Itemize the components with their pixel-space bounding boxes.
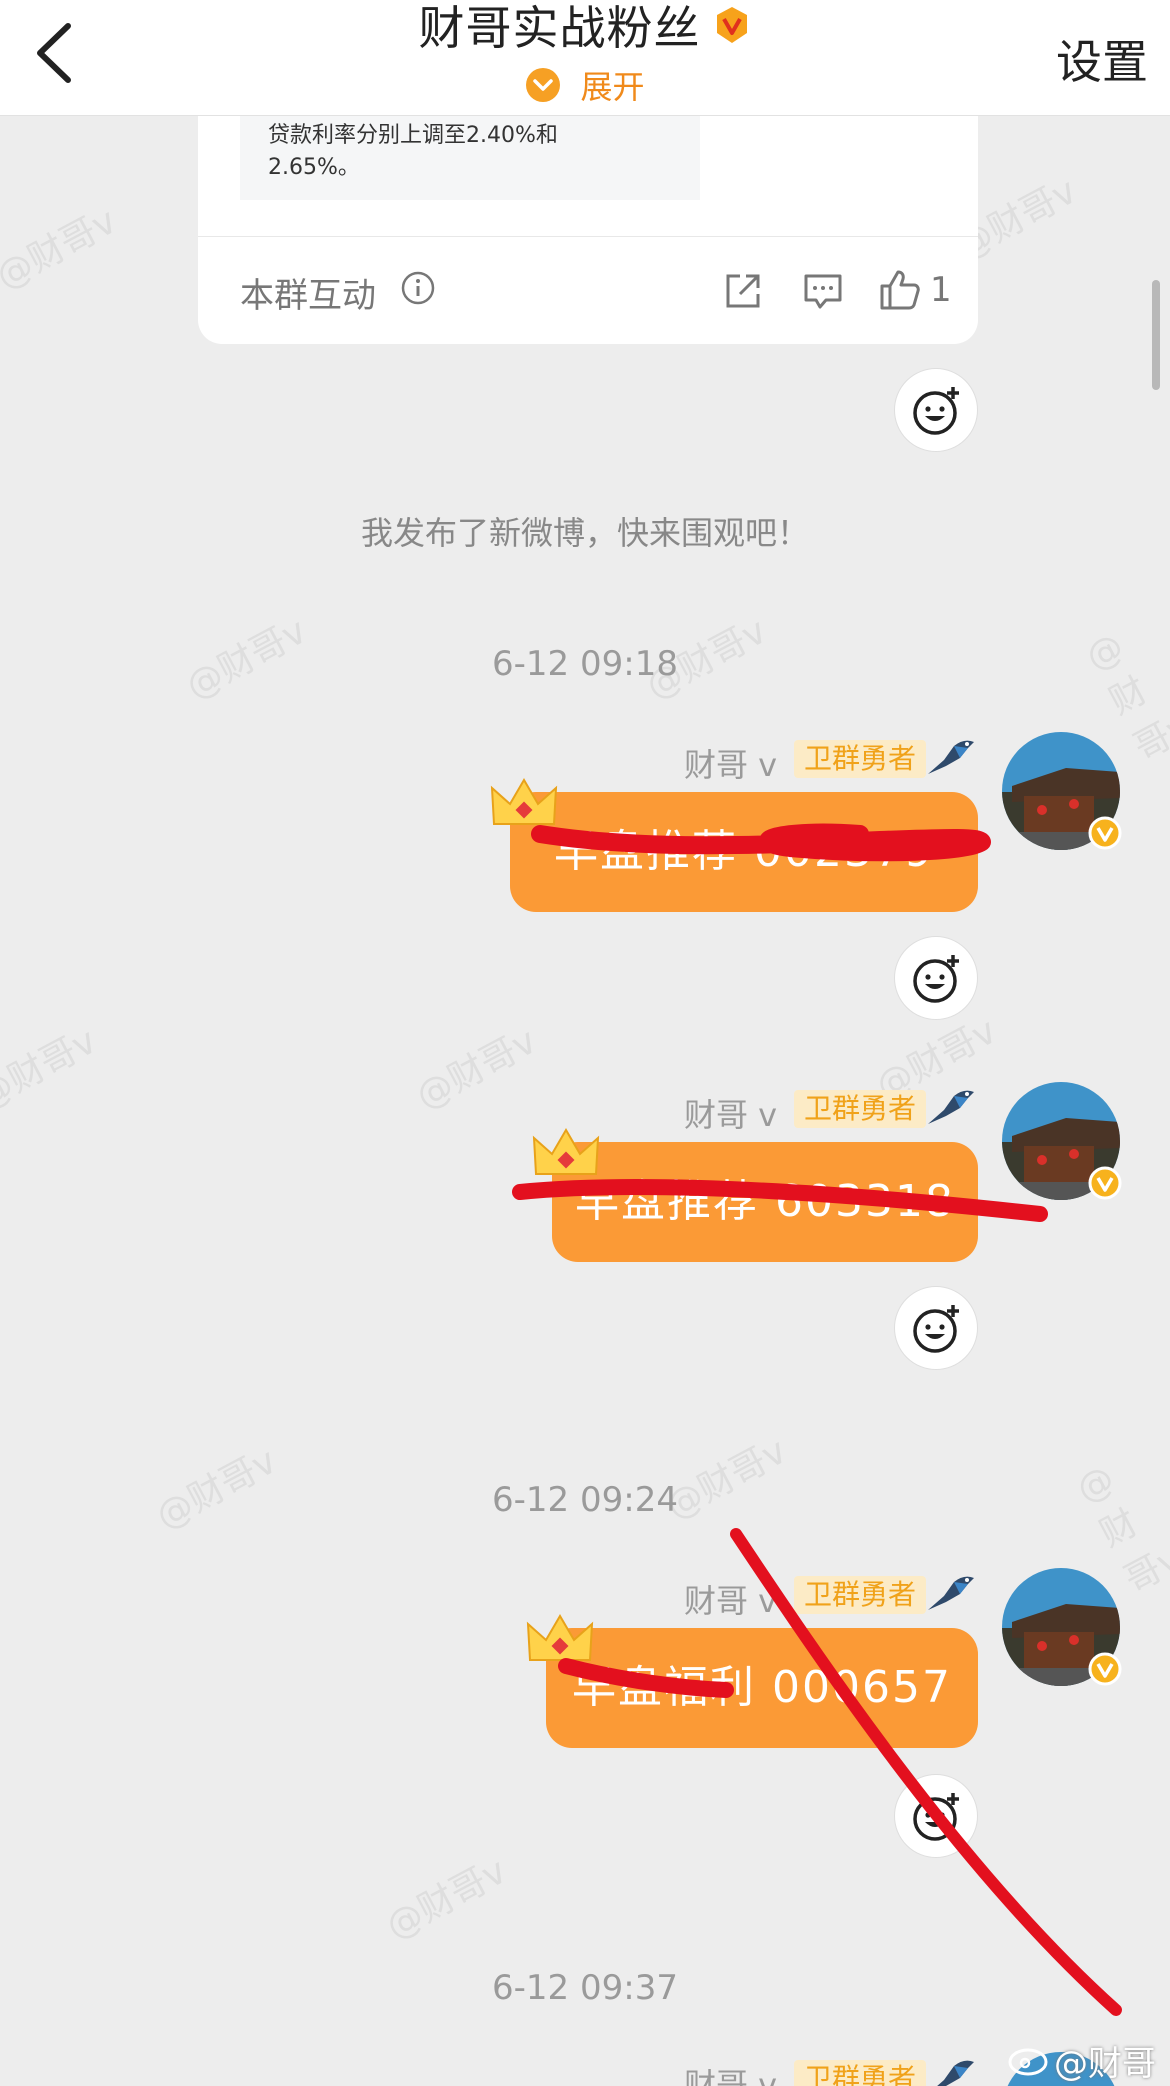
like-icon[interactable] <box>878 268 922 312</box>
group-rank-badge: 卫群勇者 <box>794 2060 927 2086</box>
watermark: @财哥v <box>379 1850 514 1948</box>
share-icon[interactable] <box>722 270 764 312</box>
group-rank-badge: 卫群勇者 <box>794 1090 927 1128</box>
watermark: @财哥v <box>409 1020 544 1118</box>
bird-icon <box>937 2060 974 2086</box>
avatar[interactable] <box>1002 1568 1122 1686</box>
settings-button[interactable]: 设置 <box>1056 26 1148 92</box>
timestamp: 6-12 09:37 <box>492 1968 678 2008</box>
shared-post-card[interactable]: 贷款利率分别上调至2.40%和 2.65%。 本群互动 1 <box>198 80 978 344</box>
add-emoji-icon <box>913 955 959 1003</box>
add-reaction-button[interactable] <box>894 1774 978 1858</box>
group-title-row[interactable]: 财哥实战粉丝 <box>0 0 1170 58</box>
sender-name[interactable]: 财哥 v <box>684 1576 777 1622</box>
verified-badge-icon <box>1088 1652 1122 1686</box>
crown-icon <box>532 1128 600 1175</box>
watermark: @财哥v <box>0 200 124 298</box>
crown-icon <box>526 1614 594 1661</box>
bird-icon <box>928 740 974 774</box>
crown-icon <box>490 778 558 825</box>
corner-watermark: @财哥v <box>1054 2044 1156 2086</box>
excerpt-line: 2.65%。 <box>268 155 360 180</box>
add-emoji-icon <box>913 1305 959 1353</box>
chevron-down-icon <box>525 67 561 103</box>
avatar[interactable] <box>1002 732 1122 850</box>
group-rank-badge: 卫群勇者 <box>794 1576 927 1614</box>
expand-button[interactable]: 展开 <box>0 62 1170 108</box>
group-interaction-label: 本群互动 <box>240 276 376 316</box>
add-emoji-icon <box>913 387 959 435</box>
scrollbar[interactable] <box>1152 280 1160 390</box>
post-excerpt: 贷款利率分别上调至2.40%和 2.65%。 <box>240 116 700 200</box>
like-count: 1 <box>930 270 952 310</box>
watermark: @财哥v <box>0 1020 104 1118</box>
weibo-logo-icon <box>1008 2048 1048 2076</box>
sender-name[interactable]: 财哥 v <box>684 1090 777 1136</box>
timestamp: 6-12 09:24 <box>492 1480 678 1520</box>
message-bubble[interactable]: 早盘推荐 603318 <box>552 1142 978 1262</box>
system-message: 我发布了新微博，快来围观吧！ <box>360 514 809 552</box>
sender-name[interactable]: 财哥 v <box>684 740 777 786</box>
excerpt-line: 贷款利率分别上调至2.40%和 <box>268 123 558 148</box>
group-rank-badge: 卫群勇者 <box>794 740 927 778</box>
bird-icon <box>928 1090 974 1124</box>
comment-icon[interactable] <box>802 270 844 312</box>
verified-badge-icon <box>1088 816 1122 850</box>
vip-badge-icon <box>712 5 752 45</box>
add-reaction-button[interactable] <box>894 368 978 452</box>
message-bubble[interactable]: 早盘福利 000657 <box>546 1628 978 1748</box>
verified-badge-icon <box>1088 1166 1122 1200</box>
add-reaction-button[interactable] <box>894 936 978 1020</box>
timestamp: 6-12 09:18 <box>492 644 678 684</box>
message-bubble[interactable]: 早盘推荐 002379 <box>510 792 978 912</box>
card-divider <box>198 236 978 237</box>
bird-icon <box>928 1576 974 1610</box>
avatar[interactable] <box>1002 1082 1122 1200</box>
sender-name[interactable]: 财哥 v <box>684 2060 777 2086</box>
add-reaction-button[interactable] <box>894 1286 978 1370</box>
info-icon[interactable] <box>400 270 436 306</box>
add-emoji-icon <box>913 1793 959 1841</box>
group-title: 财哥实战粉丝 <box>418 1 701 55</box>
chat-header: 财哥实战粉丝 展开 设置 <box>0 0 1170 116</box>
expand-label: 展开 <box>580 68 645 106</box>
